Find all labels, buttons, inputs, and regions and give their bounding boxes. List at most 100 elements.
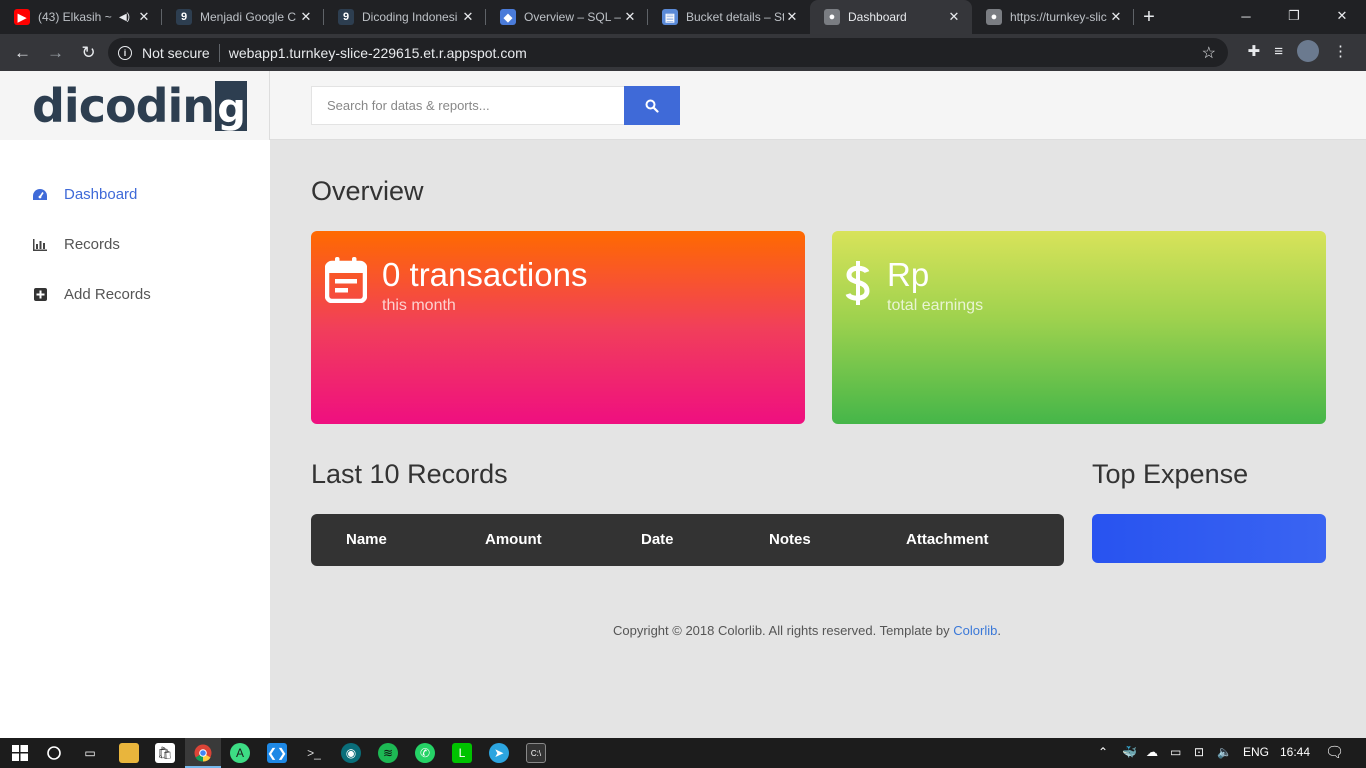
tab-list: ▶ (43) Elkasih ~ ◀) ✕ 9 Menjadi Google C ✕ 9 Di…	[0, 0, 1134, 34]
browser-tab[interactable]: ▤ Bucket details – St ✕	[648, 0, 810, 34]
tab-title: Overview – SQL –	[524, 10, 621, 24]
dollar-icon	[844, 261, 872, 398]
sidebar: Dashboard Records Add Records	[0, 140, 270, 738]
browser-tab-strip: ▶ (43) Elkasih ~ ◀) ✕ 9 Menjadi Google C ✕ 9 Di…	[0, 0, 1366, 34]
terminal-icon[interactable]: >_	[304, 743, 324, 763]
tab-title: (43) Elkasih ~	[38, 10, 112, 24]
windows-taskbar: ▭ 🛍 A ❮❯ >_ ◉ ≋ ✆ L ➤ C:\ ⌃ 🐳 ☁ ▭ ⊡ 🔈 EN…	[0, 738, 1366, 768]
line-icon[interactable]: L	[452, 743, 472, 763]
transactions-count: 0 transactions	[382, 256, 588, 293]
dicoding-logo[interactable]: dicodin g	[32, 78, 248, 133]
browser-toolbar: ← → ↻ i Not secure webapp1.turnkey-slice…	[0, 34, 1366, 71]
footer-suffix: .	[997, 623, 1001, 638]
docker-icon[interactable]: 🐳	[1122, 745, 1137, 759]
gcp-storage-icon: ▤	[662, 9, 678, 25]
restore-button[interactable]: ❐	[1270, 0, 1318, 32]
new-tab-button[interactable]: +	[1134, 0, 1164, 34]
records-table-header: Name Amount Date Notes Attachment	[311, 514, 1064, 566]
window-controls: ─ ❐ ✕	[1222, 0, 1366, 32]
android-studio-icon[interactable]: A	[230, 743, 250, 763]
store-icon[interactable]: 🛍	[155, 743, 175, 763]
sidebar-item-label: Dashboard	[64, 186, 138, 203]
calendar-note-icon	[323, 257, 369, 398]
footer-text: Copyright © 2018 Colorlib. All rights re…	[613, 623, 954, 638]
dicoding-icon: 9	[338, 9, 354, 25]
telegram-icon[interactable]: ➤	[489, 743, 509, 763]
extensions-puzzle-icon[interactable]: ✚	[1248, 42, 1261, 60]
site-info-icon[interactable]: i	[118, 45, 132, 60]
transactions-card: 0 transactions this month	[311, 231, 805, 424]
url-text[interactable]: webapp1.turnkey-slice-229615.et.r.appspo…	[229, 45, 527, 61]
search-circle-icon[interactable]	[44, 743, 64, 763]
whatsapp-icon[interactable]: ✆	[415, 743, 435, 763]
tab-title: Dicoding Indonesi	[362, 10, 458, 24]
sidebar-item-add-records[interactable]: Add Records	[32, 286, 151, 303]
app-circle-icon[interactable]: ◉	[341, 743, 361, 763]
earnings-caption: total earnings	[887, 297, 984, 314]
forward-button[interactable]: →	[39, 37, 72, 69]
browser-tab[interactable]: ● https://turnkey-slic ✕	[972, 0, 1134, 34]
browser-tab[interactable]: 9 Menjadi Google C ✕	[162, 0, 324, 34]
windows-start-icon[interactable]	[10, 743, 30, 763]
chrome-icon[interactable]	[193, 743, 213, 763]
language-indicator[interactable]: ENG	[1243, 745, 1269, 759]
column-header-name[interactable]: Name	[346, 531, 387, 548]
logo-text: dicodin	[32, 78, 215, 133]
column-header-date[interactable]: Date	[641, 531, 674, 548]
tab-close-icon[interactable]: ✕	[298, 9, 314, 25]
profile-avatar[interactable]	[1297, 40, 1319, 62]
column-header-amount[interactable]: Amount	[485, 531, 542, 548]
reload-button[interactable]: ↻	[72, 37, 105, 69]
tab-close-icon[interactable]: ✕	[1108, 9, 1124, 25]
browser-tab[interactable]: 9 Dicoding Indonesi ✕	[324, 0, 486, 34]
network-icon[interactable]: ⊡	[1194, 745, 1204, 759]
top-header	[270, 71, 1366, 140]
audio-playing-icon[interactable]: ◀)	[119, 12, 130, 23]
dicoding-icon: 9	[176, 9, 192, 25]
tray-chevron-icon[interactable]: ⌃	[1098, 745, 1108, 759]
search-button[interactable]	[624, 86, 680, 125]
column-header-attachment[interactable]: Attachment	[906, 531, 989, 548]
web-page: dicoding Dashboard Records	[0, 71, 1366, 738]
globe-icon: ●	[824, 9, 840, 25]
clock-time[interactable]: 16:44	[1280, 745, 1310, 759]
file-explorer-icon[interactable]	[119, 743, 139, 763]
browser-tab[interactable]: ◆ Overview – SQL – ✕	[486, 0, 648, 34]
top-expense-heading: Top Expense	[1092, 459, 1249, 489]
command-prompt-icon[interactable]: C:\	[526, 743, 546, 763]
onedrive-cloud-icon[interactable]: ☁	[1146, 745, 1158, 759]
tab-close-icon[interactable]: ✕	[136, 9, 152, 25]
tab-title: Dashboard	[848, 10, 907, 24]
sidebar-item-dashboard[interactable]: Dashboard	[32, 186, 137, 203]
browser-tab[interactable]: ● Dashboard ✕	[810, 0, 972, 34]
vscode-icon[interactable]: ❮❯	[267, 743, 287, 763]
tab-close-icon[interactable]: ✕	[946, 9, 962, 25]
sidebar-item-records[interactable]: Records	[32, 236, 120, 253]
browser-tab[interactable]: ▶ (43) Elkasih ~ ◀) ✕	[0, 0, 162, 34]
column-header-notes[interactable]: Notes	[769, 531, 811, 548]
notifications-icon[interactable]: 🗨	[1325, 743, 1344, 761]
media-control-icon[interactable]: ≡	[1274, 43, 1283, 60]
volume-icon[interactable]: 🔈	[1217, 745, 1232, 759]
tab-title: https://turnkey-slic	[1010, 10, 1107, 24]
minimize-button[interactable]: ─	[1222, 0, 1270, 32]
browser-menu-icon[interactable]: ⋮	[1333, 42, 1348, 60]
plus-square-icon	[32, 287, 48, 303]
tab-close-icon[interactable]: ✕	[460, 9, 476, 25]
toolbar-icons: ✚ ≡ ⋮	[1248, 40, 1348, 62]
battery-icon[interactable]: ▭	[1170, 745, 1181, 759]
youtube-icon: ▶	[14, 9, 30, 25]
search-input[interactable]	[311, 86, 625, 125]
spotify-icon[interactable]: ≋	[378, 743, 398, 763]
footer-colorlib-link[interactable]: Colorlib	[953, 623, 997, 638]
bookmark-star-icon[interactable]: ☆	[1202, 43, 1216, 63]
tab-title: Menjadi Google C	[200, 10, 297, 24]
task-view-icon[interactable]: ▭	[80, 743, 100, 763]
logo-g-block: g	[215, 80, 248, 131]
tab-close-icon[interactable]: ✕	[784, 9, 800, 25]
back-button[interactable]: ←	[6, 37, 39, 69]
close-window-button[interactable]: ✕	[1318, 0, 1366, 32]
tab-close-icon[interactable]: ✕	[622, 9, 638, 25]
address-bar[interactable]: i Not secure webapp1.turnkey-slice-22961…	[108, 38, 1228, 67]
sidebar-item-label: Add Records	[64, 286, 151, 303]
